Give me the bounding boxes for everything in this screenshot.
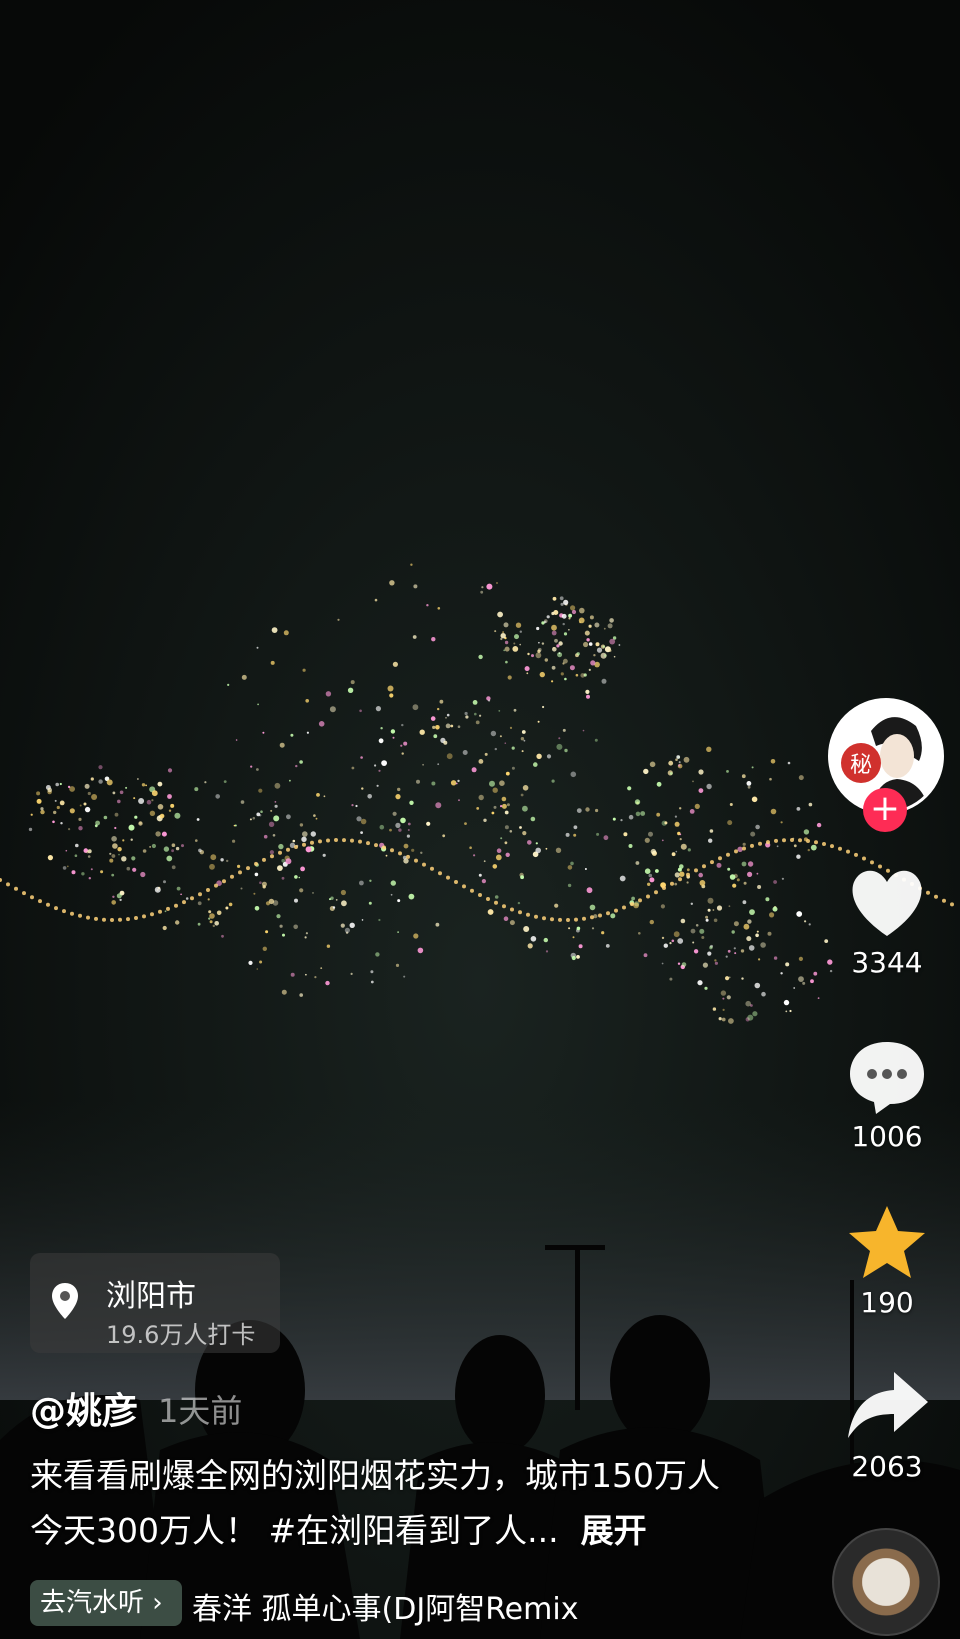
- comment-count: 1006: [851, 1120, 923, 1153]
- share-count: 2063: [851, 1450, 923, 1483]
- music-track[interactable]: 春洋 孤单心事(DJ阿智Remix: [192, 1584, 578, 1628]
- music-button-label: 去汽水听: [40, 1588, 145, 1618]
- location-name: 浏阳市: [106, 1279, 196, 1314]
- avatar-badge: 秘: [850, 753, 872, 778]
- location-tag[interactable]: 浏阳市 19.6万人打卡: [30, 1253, 280, 1353]
- plus-icon: +: [869, 788, 901, 829]
- follow-button[interactable]: +: [863, 788, 907, 832]
- expand-button[interactable]: 展开: [581, 1511, 647, 1550]
- chevron-right-icon: ›: [144, 1588, 163, 1618]
- post-caption: 来看看刷爆全网的浏阳烟花实力，城市150万人今天300万人！ #在浏阳看到了人.…: [30, 1448, 750, 1558]
- favorite-button[interactable]: 190: [832, 1202, 942, 1319]
- fireworks-scene: [0, 0, 960, 1639]
- open-music-app-button[interactable]: 去汽水听 ›: [30, 1580, 182, 1626]
- share-button[interactable]: 2063: [832, 1366, 942, 1483]
- heart-icon: [852, 870, 922, 936]
- comment-button[interactable]: 1006: [832, 1036, 942, 1153]
- comment-icon: [850, 1042, 924, 1114]
- location-checkins: 19.6万人打卡: [106, 1321, 256, 1349]
- video-frame[interactable]: [0, 0, 960, 1639]
- star-icon: [849, 1206, 925, 1278]
- share-icon: [848, 1372, 928, 1438]
- post-time: 1天前: [158, 1392, 243, 1430]
- location-pin-icon: [52, 1283, 78, 1319]
- author-name[interactable]: @姚彦: [30, 1382, 138, 1434]
- music-disc-icon[interactable]: [832, 1528, 940, 1636]
- favorite-count: 190: [860, 1286, 914, 1319]
- like-button[interactable]: 3344: [832, 862, 942, 979]
- like-count: 3344: [851, 946, 923, 979]
